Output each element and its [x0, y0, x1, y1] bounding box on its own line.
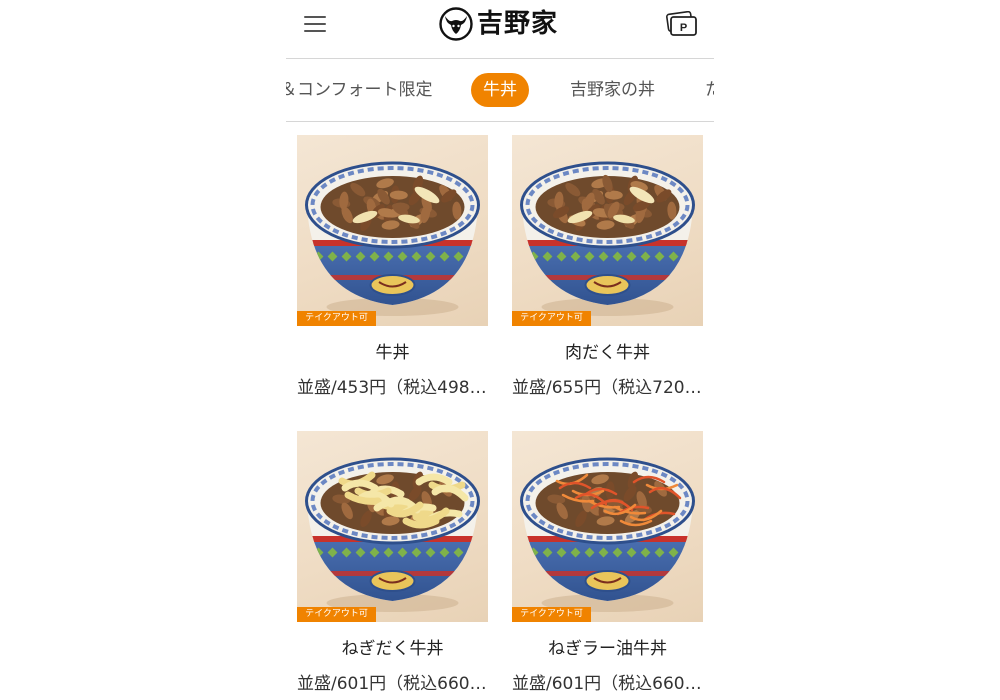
bowl-motif	[522, 251, 525, 262]
bowl-crest	[584, 570, 631, 592]
menu-item-name: 牛丼	[375, 343, 410, 363]
tab-comfort-limited[interactable]: ＆コンフォート限定	[286, 73, 433, 107]
menu-item-price: 並盛/655円（税込720…	[512, 378, 702, 398]
point-label: P	[680, 22, 687, 34]
bowl-motif	[467, 251, 478, 262]
menu-card-negi-rayu-gyudon[interactable]: テイクアウト可 ねぎラー油牛丼 並盛/601円（税込660…	[512, 431, 703, 694]
menu-item-price: 並盛/601円（税込660…	[297, 674, 487, 694]
bowl-crest	[369, 570, 416, 592]
bowl-motif	[307, 251, 310, 262]
bowl-motif	[682, 547, 693, 558]
tab-yoshinoya-don[interactable]: 吉野家の丼	[570, 73, 655, 107]
bowl-motif	[307, 547, 310, 558]
menu-item-price: 並盛/453円（税込498…	[297, 378, 487, 398]
takeout-badge: テイクアウト可	[512, 607, 591, 622]
bowl-motif	[697, 252, 703, 262]
bowl-motif	[482, 548, 488, 558]
point-card-icon[interactable]: P	[666, 10, 698, 41]
menu-item-name: ねぎラー油牛丼	[548, 639, 667, 659]
takeout-badge: テイクアウト可	[297, 607, 376, 622]
bowl-crest	[369, 274, 416, 296]
onion-slice	[402, 517, 440, 529]
bowl-crest	[584, 274, 631, 296]
nikudaku-gyudon-photo: テイクアウト可	[512, 135, 703, 326]
negi-rayu-gyudon-photo: テイクアウト可	[512, 431, 703, 622]
menu-item-price: 並盛/601円（税込660…	[512, 674, 702, 694]
app-screen: 吉野家 P ＆コンフォート限定 牛丼 吉野家の丼 た テイクアウト可 牛丼 並盛…	[286, 0, 714, 700]
tab-gyudon[interactable]: 牛丼	[471, 73, 529, 107]
negidaku-gyudon-photo: テイクアウト可	[297, 431, 488, 622]
hamburger-menu-icon[interactable]	[304, 15, 326, 33]
bowl-motif	[482, 252, 488, 262]
menu-item-name: ねぎだく牛丼	[341, 639, 444, 659]
menu-card-nikudaku-gyudon[interactable]: テイクアウト可 肉だく牛丼 並盛/655円（税込720…	[512, 135, 703, 398]
menu-card-negidaku-gyudon[interactable]: テイクアウト可 ねぎだく牛丼 並盛/601円（税込660…	[297, 431, 488, 694]
yoshinoya-logo[interactable]: 吉野家	[439, 7, 563, 41]
takeout-badge: テイクアウト可	[297, 311, 376, 326]
brand-name: 吉野家	[477, 9, 559, 39]
app-header: 吉野家 P	[286, 0, 714, 59]
bowl-motif	[697, 548, 703, 558]
menu-card-gyudon[interactable]: テイクアウト可 牛丼 並盛/453円（税込498…	[297, 135, 488, 398]
bull-logo-icon	[439, 7, 473, 41]
bowl-motif	[467, 547, 478, 558]
gyudon-photo: テイクアウト可	[297, 135, 488, 326]
category-tabs: ＆コンフォート限定 牛丼 吉野家の丼 た	[286, 59, 714, 122]
bowl-motif	[522, 547, 525, 558]
bowl-motif	[682, 251, 693, 262]
tab-next-category[interactable]: た	[705, 73, 714, 107]
menu-item-name: 肉だく牛丼	[565, 343, 650, 363]
takeout-badge: テイクアウト可	[512, 311, 591, 326]
